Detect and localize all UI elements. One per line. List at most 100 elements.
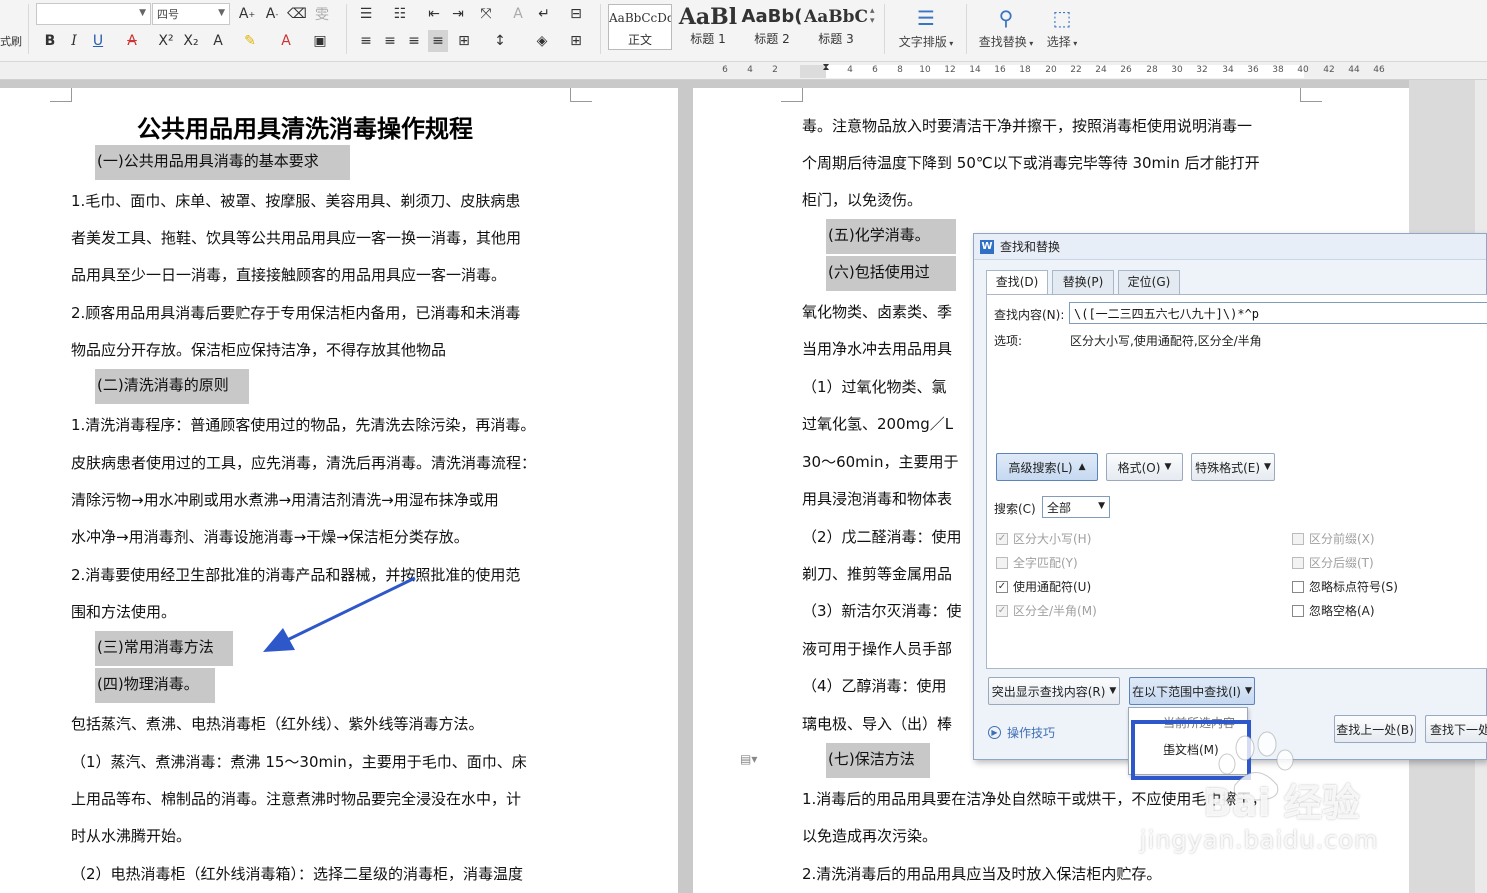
style-heading-2[interactable]: AaBb( 标题 2 bbox=[740, 4, 804, 50]
paragraph-line: 2.清洗消毒后的用品用具应当及时放入保洁柜内贮存。 bbox=[802, 865, 1162, 883]
borders-icon[interactable]: ⊞ bbox=[566, 30, 586, 52]
paragraph-line: 品用具至少一日一消毒，直接接触顾客的用品用具应一客一消毒。 bbox=[71, 266, 507, 284]
align-center-icon[interactable]: ≡ bbox=[380, 30, 400, 52]
checkbox-label: 使用通配符(U) bbox=[1013, 580, 1092, 594]
find-replace-button[interactable]: ⚲ 查找替换 ▾ bbox=[974, 3, 1038, 50]
checkmark-icon: ✓ bbox=[996, 604, 1008, 617]
grow-font-icon[interactable]: A + bbox=[237, 3, 257, 25]
ruler-tick: 16 bbox=[994, 65, 1006, 75]
chinese-layout-icon[interactable]: ⤧ bbox=[476, 3, 496, 25]
ruler-tick: 10 bbox=[919, 65, 931, 75]
options-label: 选项: bbox=[994, 334, 1023, 348]
tab-find[interactable]: 查找(D) bbox=[986, 270, 1048, 295]
bold-icon[interactable]: B bbox=[40, 30, 60, 52]
ruler-tick: 8 bbox=[897, 65, 903, 75]
find-in-dropdown-menu: 当前所选内容(S) 主文档(M) bbox=[1128, 707, 1248, 775]
width-sensitive-checkbox[interactable]: ✓ 区分全/半角(M) bbox=[996, 602, 1097, 619]
font-size-combo[interactable]: 四号 ▼ bbox=[152, 3, 230, 25]
menu-item-main-document[interactable]: 主文档(M) bbox=[1129, 737, 1247, 763]
whole-word-checkbox[interactable]: 全字匹配(Y) bbox=[996, 554, 1078, 571]
style-heading-3[interactable]: AaBbC 标题 3 bbox=[804, 4, 868, 50]
format-button[interactable]: 格式(O) ▼ bbox=[1106, 453, 1183, 481]
underline-icon[interactable]: U bbox=[88, 30, 108, 52]
horizontal-ruler[interactable]: 6 4 2 ⧗ 4 6 8 10 12 14 16 18 20 22 24 26… bbox=[0, 62, 1487, 80]
tab-replace[interactable]: 替换(P) bbox=[1052, 270, 1114, 294]
indent-icon[interactable]: ⇥ bbox=[448, 3, 468, 25]
match-case-checkbox[interactable]: ✓ 区分大小写(H) bbox=[996, 530, 1091, 547]
options-value: 区分大小写,使用通配符,区分全/半角 bbox=[1070, 334, 1262, 348]
wildcards-checkbox[interactable]: ✓ 使用通配符(U) bbox=[996, 578, 1091, 595]
font-family-combo[interactable]: ▼ bbox=[36, 3, 151, 25]
find-next-label: 查找下一处 bbox=[1430, 722, 1487, 737]
checkbox-label: 区分后缀(T) bbox=[1309, 556, 1374, 570]
text-layout-button[interactable]: ☰ 文字排版 ▾ bbox=[894, 3, 958, 50]
phonetic-icon[interactable]: 雯 bbox=[312, 3, 332, 25]
tips-link[interactable]: ▶ 操作技巧 bbox=[988, 724, 1055, 741]
shrink-font-icon[interactable]: A- bbox=[262, 3, 282, 25]
styles-scroll-icon[interactable]: ▴ ▾ bbox=[870, 6, 875, 26]
select-button[interactable]: ⬚ 选择 ▾ bbox=[1042, 3, 1082, 50]
subscript-icon[interactable]: X₂ bbox=[181, 30, 201, 52]
align-left-icon[interactable]: ≡ bbox=[356, 30, 376, 52]
paragraph-line: 2.顾客用品用具消毒后要贮存于专用保洁柜内备用，已消毒和未消毒 bbox=[71, 304, 521, 322]
indent-marker-icon[interactable]: ⧗ bbox=[822, 62, 829, 73]
find-in-button[interactable]: 在以下范围中查找(I) ▼ bbox=[1129, 677, 1255, 705]
find-replace-dialog: W 查找和替换 查找(D) 替换(P) 定位(G) 查找内容(N): \([一二… bbox=[973, 233, 1487, 760]
show-marks-icon[interactable]: ↵ bbox=[534, 3, 554, 25]
tab-stops-icon[interactable]: ⊟ bbox=[566, 3, 586, 25]
outdent-icon[interactable]: ⇤ bbox=[424, 3, 444, 25]
paste-options-icon[interactable]: ▤▾ bbox=[740, 752, 757, 766]
select-cursor-icon: ⬚ bbox=[1052, 6, 1072, 30]
clear-format-icon[interactable]: ⌫ bbox=[287, 3, 307, 25]
dialog-titlebar[interactable]: W 查找和替换 bbox=[974, 234, 1486, 260]
align-right-icon[interactable]: ≡ bbox=[404, 30, 424, 52]
paragraph-line: 1.毛巾、面巾、床单、被罩、按摩服、美容用具、剃须刀、皮肤病患 bbox=[71, 192, 521, 210]
advanced-search-label: 高级搜索(L) bbox=[1008, 460, 1073, 475]
distributed-icon[interactable]: ⊞ bbox=[454, 30, 474, 52]
text-layout-label: 文字排版 bbox=[898, 35, 947, 49]
section-heading: (三)常用消毒方法 bbox=[95, 631, 233, 666]
highlight-results-button[interactable]: 突出显示查找内容(R) ▼ bbox=[988, 677, 1120, 705]
char-border-icon[interactable]: ▣ bbox=[310, 30, 330, 52]
paragraph-line: 水冲净→用消毒剂、消毒设施消毒→干燥→保洁柜分类存放。 bbox=[71, 528, 469, 546]
highlight-icon[interactable]: ✎ bbox=[240, 30, 260, 52]
italic-icon[interactable]: I bbox=[64, 30, 84, 52]
tab-goto[interactable]: 定位(G) bbox=[1118, 270, 1180, 294]
style-normal[interactable]: AaBbCcDd 正文 bbox=[608, 4, 672, 50]
menu-item-current-selection[interactable]: 当前所选内容(S) bbox=[1129, 710, 1247, 756]
find-previous-button[interactable]: 查找上一处(B) bbox=[1334, 715, 1416, 743]
document-page-left[interactable]: 公共用品用具清洗消毒操作规程 (一)公共用品用具消毒的基本要求 1.毛巾、面巾、… bbox=[0, 88, 678, 893]
line-spacing-icon[interactable]: ↕ bbox=[490, 30, 510, 52]
advanced-search-button[interactable]: 高级搜索(L) ▲ bbox=[996, 453, 1098, 481]
ignore-space-checkbox[interactable]: 忽略空格(A) bbox=[1292, 602, 1375, 619]
ignore-punctuation-checkbox[interactable]: 忽略标点符号(S) bbox=[1292, 578, 1398, 595]
find-next-button[interactable]: 查找下一处 bbox=[1425, 715, 1487, 743]
paragraph-line: 者美发工具、拖鞋、饮具等公共用品用具应一客一换一消毒，其他用 bbox=[71, 229, 522, 247]
shading-icon[interactable]: ◈ bbox=[532, 30, 552, 52]
highlight-results-label: 突出显示查找内容(R) bbox=[991, 684, 1106, 699]
style-name: 标题 3 bbox=[818, 32, 854, 46]
sort-icon[interactable]: A bbox=[508, 3, 528, 25]
match-prefix-checkbox[interactable]: 区分前缀(X) bbox=[1292, 530, 1375, 547]
play-circle-icon: ▶ bbox=[988, 726, 1001, 739]
text-effect-icon[interactable]: A bbox=[208, 30, 228, 52]
search-scope-select[interactable]: 全部 ▼ bbox=[1042, 496, 1110, 518]
format-painter-label[interactable]: 式刷 bbox=[0, 33, 22, 49]
ruler-tick: 4 bbox=[847, 65, 853, 75]
section-heading: (一)公共用品用具消毒的基本要求 bbox=[95, 145, 350, 180]
strikethrough-icon[interactable]: A bbox=[122, 30, 142, 52]
find-content-input[interactable]: \([一二三四五六七八九十]\)*^p bbox=[1069, 302, 1487, 324]
ruler-tick: 38 bbox=[1272, 65, 1284, 75]
justify-icon[interactable]: ≡ bbox=[428, 30, 448, 52]
font-color-icon[interactable]: A bbox=[276, 30, 296, 52]
style-name: 标题 1 bbox=[690, 32, 726, 46]
bullet-list-icon[interactable]: ☰ bbox=[356, 3, 376, 25]
special-format-button[interactable]: 特殊格式(E) ▼ bbox=[1191, 453, 1275, 481]
numbered-list-icon[interactable]: ☷ bbox=[390, 3, 410, 25]
dialog-title: 查找和替换 bbox=[1000, 240, 1061, 254]
superscript-icon[interactable]: X² bbox=[156, 30, 176, 52]
match-suffix-checkbox[interactable]: 区分后缀(T) bbox=[1292, 554, 1374, 571]
annotation-arrow-icon bbox=[263, 576, 416, 652]
style-heading-1[interactable]: AaBl 标题 1 bbox=[676, 4, 740, 50]
paragraph-line: 围和方法使用。 bbox=[71, 603, 177, 621]
